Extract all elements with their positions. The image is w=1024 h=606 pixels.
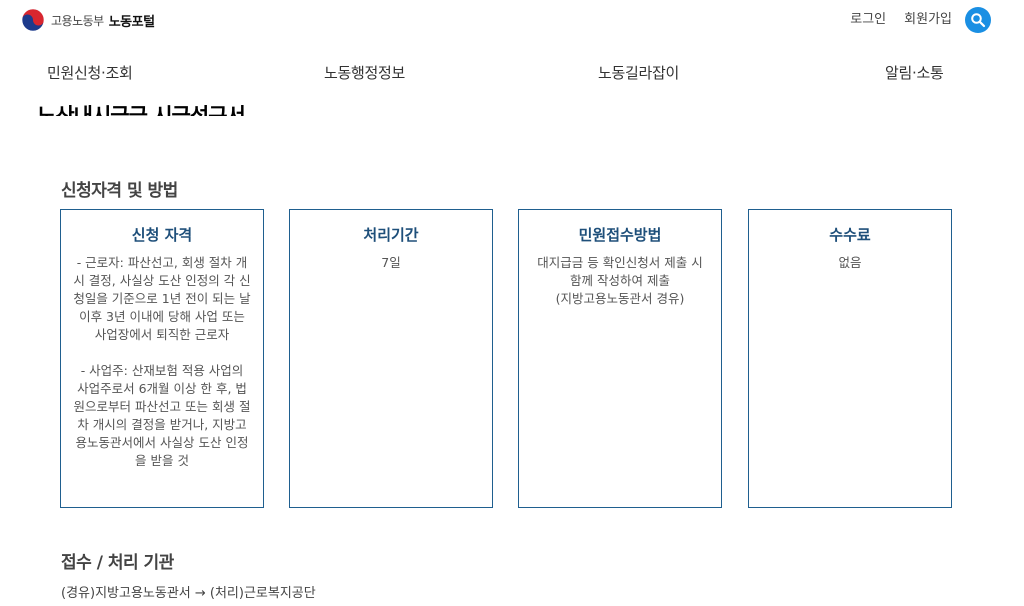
card-eligibility: 신청 자격 - 근로자: 파산선고, 회생 절차 개시 결정, 사실상 도산 인… (60, 209, 264, 508)
card-body: 없음 (761, 254, 939, 272)
taegeuk-emblem-icon (21, 8, 45, 32)
card-body: 대지급금 등 확인신청서 제출 시 함께 작성하여 제출 (지방고용노동관서 경… (531, 254, 709, 308)
card-processing-period: 처리기간 7일 (289, 209, 493, 508)
card-text: 대지급금 등 확인신청서 제출 시 함께 작성하여 제출 (537, 255, 703, 288)
card-text: 7일 (381, 255, 401, 270)
card-title: 신청 자격 (131, 226, 193, 244)
page-title-text: 노산내시급금 시급성구서 (37, 104, 246, 116)
utility-links: 로그인 회원가입 (850, 8, 952, 27)
card-title: 민원접수방법 (578, 226, 662, 244)
search-button[interactable] (965, 7, 991, 33)
nav-item-labor-guide[interactable]: 노동길라잡이 (598, 62, 679, 83)
card-body: 7일 (302, 254, 480, 272)
card-title: 수수료 (829, 226, 871, 244)
logo-ministry-text: 고용노동부 (51, 13, 104, 28)
nav-item-civil-petition[interactable]: 민원신청·조회 (47, 62, 133, 83)
site-header: 고용노동부 노동포털 로그인 회원가입 (0, 0, 1024, 40)
card-text: (지방고용노동관서 경유) (555, 291, 685, 306)
ministry-logo[interactable]: 고용노동부 노동포털 (21, 8, 155, 32)
section-title-processing-agency: 접수 / 처리 기관 (61, 553, 174, 573)
nav-item-labor-admin-info[interactable]: 노동행정정보 (324, 62, 405, 83)
card-text: - 사업주: 산재보험 적용 사업의 사업주로서 6개월 이상 한 후, 법원으… (73, 363, 251, 468)
signup-link[interactable]: 회원가입 (904, 8, 952, 27)
main-nav: 민원신청·조회 노동행정정보 노동길라잡이 알림·소통 (0, 62, 1024, 84)
card-submission-method: 민원접수방법 대지급금 등 확인신청서 제출 시 함께 작성하여 제출 (지방고… (518, 209, 722, 508)
card-fee: 수수료 없음 (748, 209, 952, 508)
nav-item-notice-communication[interactable]: 알림·소통 (885, 62, 944, 83)
login-link[interactable]: 로그인 (850, 8, 886, 27)
page-title: 노산내시급금 시급성구서 (37, 94, 297, 116)
logo-portal-text: 노동포털 (108, 14, 155, 30)
card-text: - 근로자: 파산선고, 회생 절차 개시 결정, 사실상 도산 인정의 각 신… (73, 255, 251, 342)
card-body: - 근로자: 파산선고, 회생 절차 개시 결정, 사실상 도산 인정의 각 신… (73, 254, 251, 470)
card-title: 처리기간 (363, 226, 419, 244)
card-text: 없음 (838, 255, 862, 270)
section-title-eligibility: 신청자격 및 방법 (61, 181, 178, 201)
search-icon (971, 13, 986, 28)
processing-route-text: (경유)지방고용노동관서 → (처리)근로복지공단 (61, 586, 316, 601)
